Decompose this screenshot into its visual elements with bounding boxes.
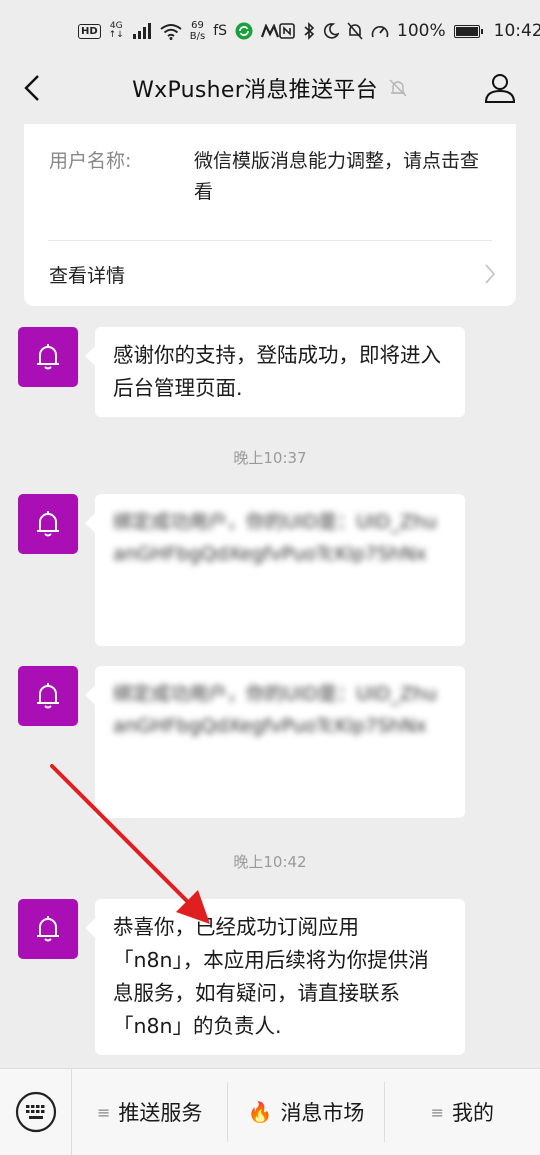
card-field-value: 微信模版消息能力调整，请点击查看: [194, 150, 480, 203]
keyboard-icon: [15, 1091, 56, 1133]
message-bubble[interactable]: 感谢你的支持，登陆成功，即将进入后台管理页面.: [95, 327, 465, 417]
avatar[interactable]: [18, 899, 78, 959]
menu-mine[interactable]: ≡ 我的: [385, 1082, 540, 1142]
menu-message-market[interactable]: 🔥 消息市场: [228, 1082, 385, 1142]
profile-button[interactable]: [482, 70, 518, 106]
chevron-right-icon: [485, 264, 496, 284]
avatar[interactable]: [18, 494, 78, 554]
chat-screen: HD 4G ↑↓ 69 B/s fS 100% 10:42 WxPusher消息…: [0, 0, 540, 1155]
menu-label: 消息市场: [280, 1101, 365, 1125]
m-app-icon: [261, 24, 280, 38]
view-details-link[interactable]: 查看详情: [49, 258, 496, 290]
network-speed: 69 B/s: [189, 20, 206, 42]
redacted-message-text: 绑定成功用户，你的UID是：UID_ZhuanGHFbgQdXegfvPuoTc…: [113, 683, 437, 737]
message-bubble-redacted[interactable]: 绑定成功用户，你的UID是：UID_ZhuanGHFbgQdXegfvPuoTc…: [95, 666, 465, 818]
timestamp: 晚上10:42: [233, 853, 307, 871]
status-left: HD 4G ↑↓ 69 B/s fS: [78, 20, 280, 42]
wifi-icon: [160, 23, 182, 40]
redacted-message-text: 绑定成功用户，你的UID是：UID_ZhuanGHFbgQdXegfvPuoTc…: [113, 511, 437, 565]
chat-header: WxPusher消息推送平台: [0, 62, 540, 114]
user-icon: [484, 74, 516, 103]
bell-icon: [37, 916, 59, 942]
flame-icon: 🔥: [247, 1100, 273, 1124]
card-field-label: 用户名称:: [49, 150, 132, 172]
message-bubble-redacted[interactable]: 绑定成功用户，你的UID是：UID_ZhuanGHFbgQdXegfvPuoTc…: [95, 494, 465, 646]
clock: 10:42: [493, 21, 540, 41]
avatar[interactable]: [18, 666, 78, 726]
hd-indicator: HD: [78, 23, 101, 39]
nfc-icon: [279, 23, 295, 39]
timestamp: 晚上10:37: [233, 449, 307, 467]
menu-label: 推送服务: [118, 1101, 203, 1125]
bluetooth-icon: [304, 22, 315, 40]
keyboard-toggle-button[interactable]: [0, 1069, 72, 1155]
message-text: 感谢你的支持，登陆成功，即将进入后台管理页面.: [113, 343, 441, 400]
card-divider: [48, 240, 492, 241]
menu-list-icon: ≡: [96, 1102, 111, 1122]
app-notification-label: fS: [213, 23, 228, 39]
bell-icon: [37, 344, 59, 370]
speedometer-icon: [371, 26, 389, 38]
message-bubble[interactable]: 恭喜你，已经成功订阅应用「n8n」，本应用后续将为你提供消息服务，如有疑问，请直…: [95, 899, 465, 1055]
back-button[interactable]: [14, 70, 50, 106]
card-field-row: 用户名称: 微信模版消息能力调整，请点击查看: [49, 146, 496, 208]
battery-icon: [453, 24, 483, 38]
sync-app-icon: [235, 22, 253, 40]
battery-percent: 100%: [397, 21, 446, 41]
menu-list-icon: ≡: [430, 1102, 445, 1122]
view-details-label: 查看详情: [49, 264, 126, 287]
network-type-indicator: 4G ↑↓: [108, 21, 124, 40]
bell-icon: [37, 683, 59, 709]
menu-label: 我的: [452, 1101, 495, 1125]
menu-push-service[interactable]: ≡ 推送服务: [72, 1082, 229, 1142]
moon-icon: [323, 23, 340, 39]
page-title: WxPusher消息推送平台: [132, 78, 378, 103]
status-right: 100% 10:42: [279, 21, 540, 41]
status-bar: HD 4G ↑↓ 69 B/s fS 100% 10:42: [0, 0, 540, 62]
bell-icon: [37, 511, 59, 537]
message-text: 恭喜你，已经成功订阅应用「n8n」，本应用后续将为你提供消息服务，如有疑问，请直…: [113, 915, 429, 1038]
bottom-menu-bar: ≡ 推送服务 🔥 消息市场 ≡ 我的: [0, 1068, 540, 1155]
chevron-left-icon: [24, 75, 39, 101]
header-title-group: WxPusher消息推送平台: [132, 72, 408, 104]
avatar[interactable]: [18, 327, 78, 387]
signal-icon: [132, 23, 151, 39]
muted-notification-icon: [389, 79, 407, 97]
mute-bell-icon: [347, 22, 363, 40]
notice-card[interactable]: 用户名称: 微信模版消息能力调整，请点击查看 查看详情: [24, 124, 516, 306]
